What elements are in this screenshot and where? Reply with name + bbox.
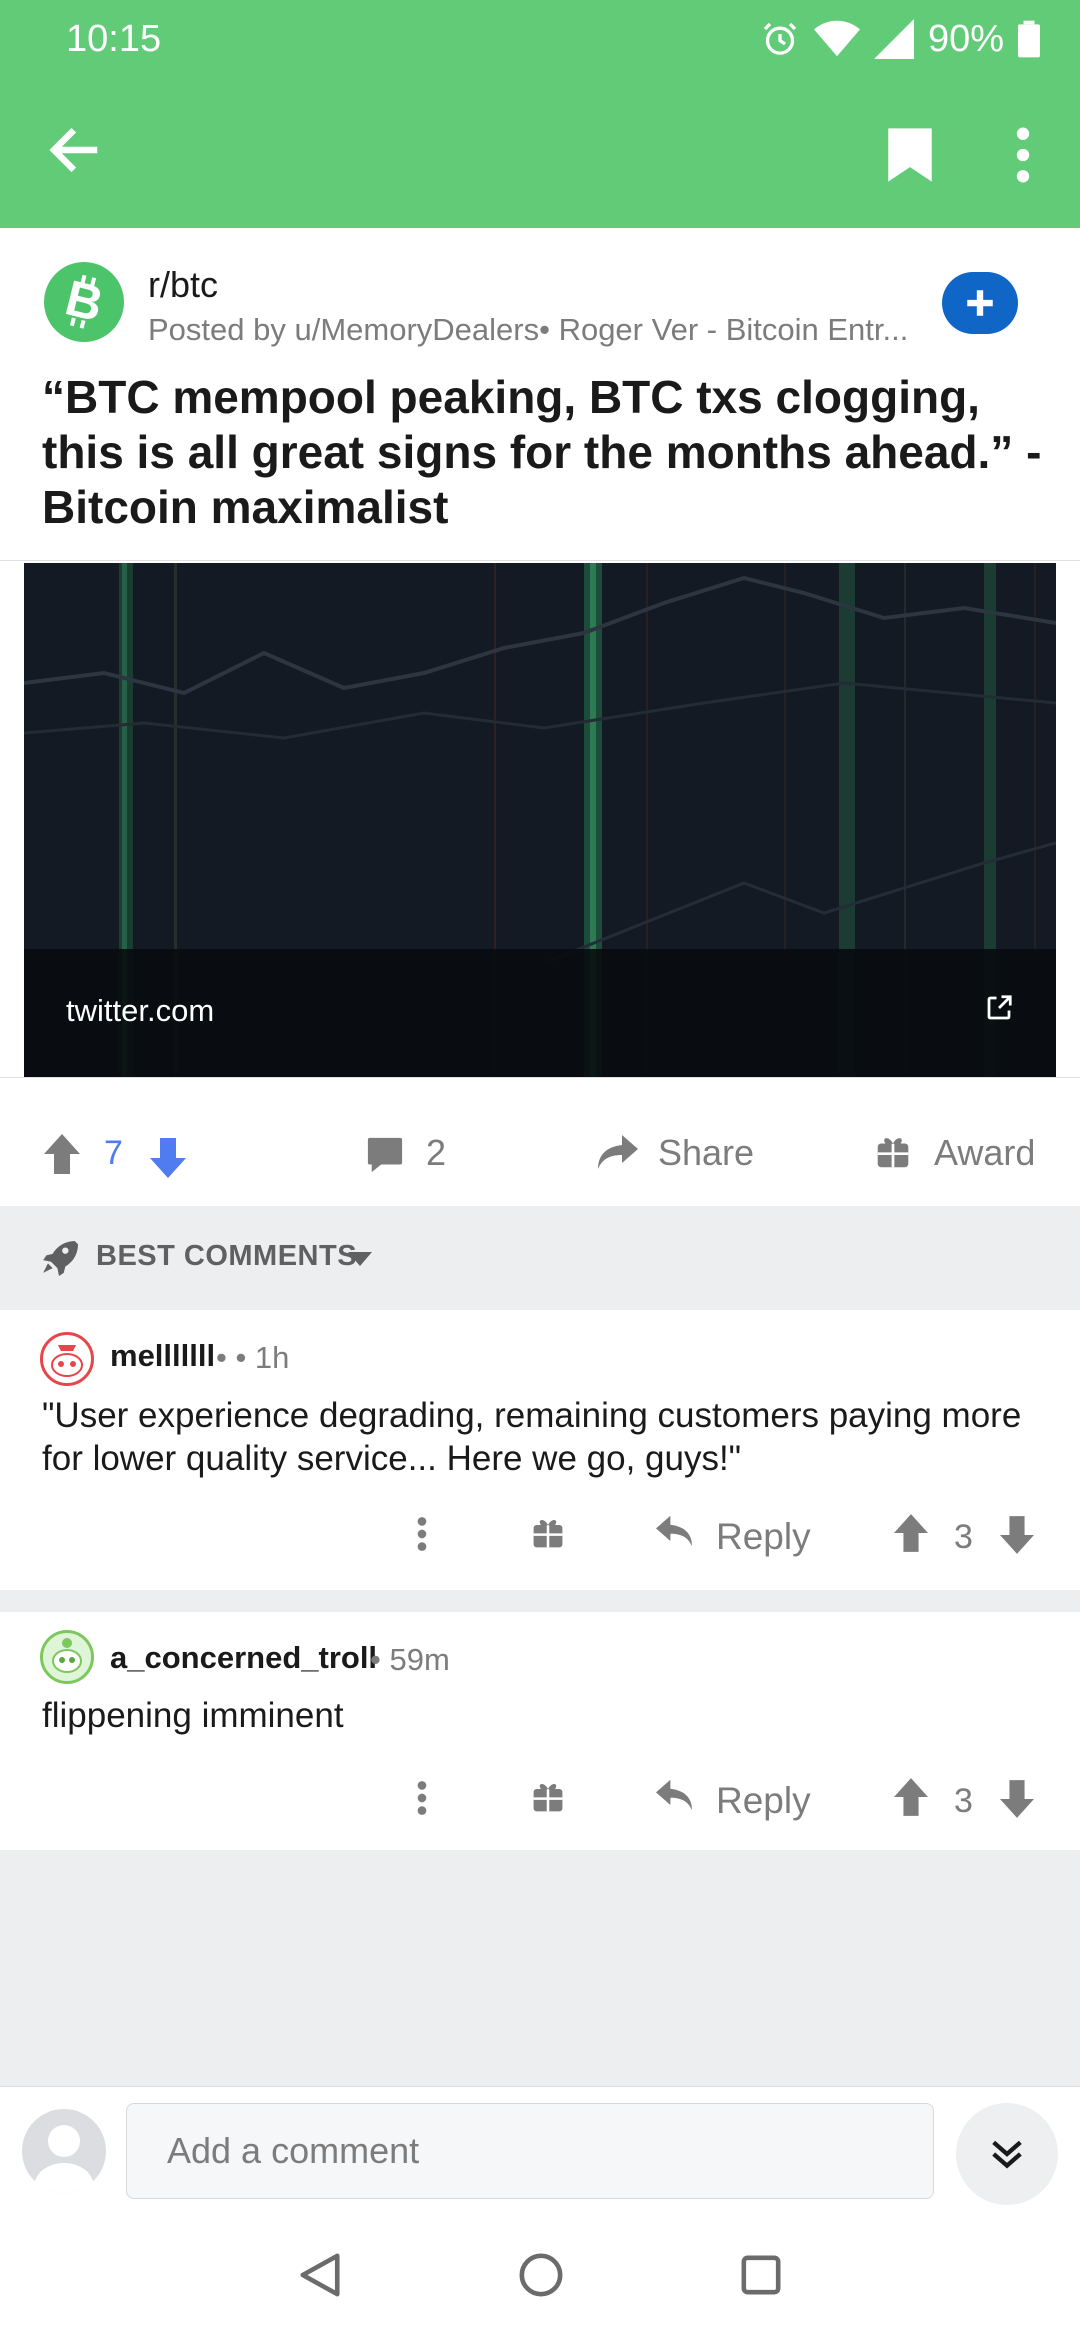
avatar[interactable] [40,1332,94,1386]
wifi-icon [813,20,860,57]
collapse-comments-button[interactable] [956,2103,1058,2205]
bookmark-icon[interactable] [884,126,936,184]
more-vertical-icon[interactable] [416,1780,428,1816]
comment-count[interactable]: 2 [426,1132,446,1174]
external-link-icon [987,995,1012,1020]
comment-sort-bar[interactable]: BEST COMMENTS [0,1206,1080,1310]
snoo-avatar-icon [51,1345,83,1377]
upvote-icon[interactable] [44,1134,80,1174]
comment-body: flippening imminent [42,1696,344,1735]
post-author-line[interactable]: Posted by u/MemoryDealers• Roger Ver - B… [148,312,928,348]
post-score: 7 [104,1134,123,1172]
comment-author[interactable]: melllllll [110,1338,215,1374]
system-nav-bar [0,2210,1080,2340]
nav-home-icon[interactable] [518,2252,564,2298]
battery-icon [1018,20,1040,58]
comment-time: • • 1h [216,1340,290,1375]
comment-item: a_concerned_troll • 59m flippening immin… [0,1612,1080,1850]
comment-composer [0,2086,1080,2210]
share-icon[interactable] [596,1132,640,1174]
comment-input[interactable] [126,2103,934,2199]
comment-time: • 59m [370,1642,450,1677]
app-header: 10:15 90% [0,0,1080,228]
arrow-left-icon[interactable] [44,120,104,180]
battery-percent: 90% [927,17,1004,60]
gift-icon[interactable] [876,1134,910,1170]
alarm-icon [763,22,797,55]
subreddit-avatar[interactable]: B [44,262,124,342]
downvote-icon[interactable] [1000,1780,1034,1818]
chevron-double-down-icon [992,2140,1022,2169]
avatar[interactable] [22,2109,106,2193]
more-vertical-icon[interactable] [416,1516,428,1552]
reply-button[interactable]: Reply [716,1516,811,1558]
comment-score: 3 [954,1518,973,1556]
share-button[interactable]: Share [658,1132,754,1174]
comment-divider [0,1590,1080,1612]
reply-icon[interactable] [654,1778,694,1814]
post-actions: 7 2 Share Award [0,1110,1080,1202]
sort-label[interactable]: BEST COMMENTS [96,1240,357,1273]
downvote-icon[interactable] [1000,1516,1034,1554]
downvote-icon[interactable] [150,1138,186,1178]
award-button[interactable]: Award [934,1132,1035,1174]
user-avatar-icon [34,2125,94,2193]
comment-icon[interactable] [366,1136,404,1174]
upvote-icon[interactable] [894,1514,928,1552]
bitcoin-icon: B [60,269,109,332]
plus-icon [967,290,993,316]
rocket-icon [43,1241,78,1276]
gift-icon[interactable] [532,1780,564,1814]
link-preview[interactable]: twitter.com [24,563,1056,1077]
link-domain: twitter.com [66,993,215,1028]
status-icons: 90% [760,16,1040,62]
comment-body: "User experience degrading, remaining cu… [42,1396,1022,1478]
reply-icon[interactable] [654,1514,694,1550]
chevron-down-icon[interactable] [348,1252,372,1266]
comment-author[interactable]: a_concerned_troll [110,1640,377,1676]
comment-score: 3 [954,1782,973,1820]
post-title[interactable]: “BTC mempool peaking, BTC txs clogging, … [42,370,1042,535]
upvote-icon[interactable] [894,1778,928,1816]
comment-item: melllllll • • 1h "User experience degrad… [0,1310,1080,1590]
nav-back-icon[interactable] [298,2252,342,2298]
link-preview-caption: twitter.com [24,949,1056,1077]
join-subreddit-button[interactable] [942,272,1018,334]
gift-icon[interactable] [532,1516,564,1550]
snoo-avatar-icon [52,1638,82,1673]
nav-recents-icon[interactable] [740,2254,782,2296]
more-vertical-icon[interactable] [1004,126,1042,184]
reply-button[interactable]: Reply [716,1780,811,1822]
empty-area [0,1850,1080,2086]
status-time: 10:15 [66,18,162,60]
subreddit-name[interactable]: r/btc [148,264,218,306]
signal-icon [873,19,914,59]
avatar[interactable] [40,1630,94,1684]
